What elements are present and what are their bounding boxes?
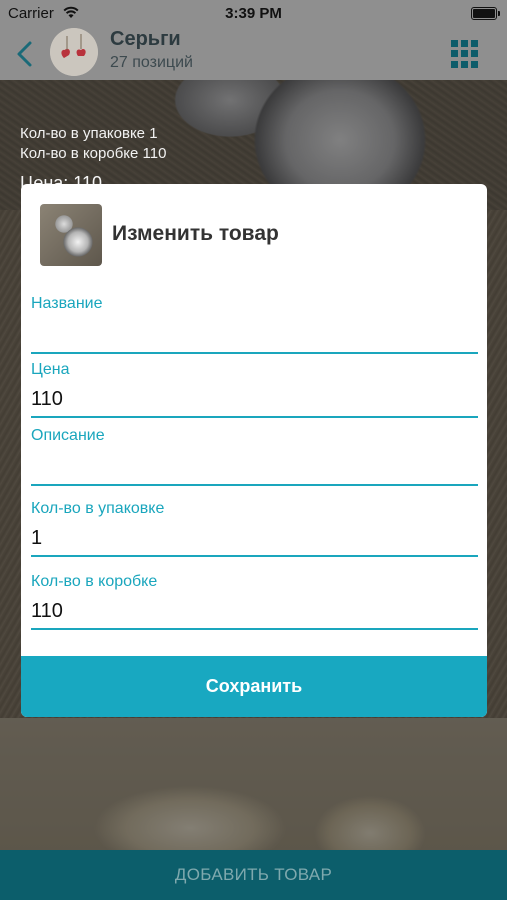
battery-icon — [471, 7, 500, 20]
description-label: Описание — [31, 427, 105, 444]
pack-quantity-text: Кол-во в упаковке 1 — [20, 125, 158, 142]
name-underline — [31, 352, 478, 354]
product-thumbnail — [40, 204, 102, 266]
items-count: 27 позиций — [110, 54, 193, 71]
name-input[interactable] — [31, 322, 478, 352]
price-field: Цена — [31, 360, 478, 418]
nav-bar: Серьги 27 позиций — [0, 28, 507, 80]
name-label: Название — [31, 295, 103, 312]
page-title: Серьги — [110, 28, 181, 50]
edit-product-dialog: Изменить товар Название Цена Описание Ко… — [21, 184, 487, 717]
description-field: Описание — [31, 426, 478, 486]
status-bar: Carrier 3:39 PM — [0, 0, 507, 28]
dialog-title: Изменить товар — [112, 222, 279, 245]
box-quantity-text: Кол-во в коробке 110 — [20, 145, 167, 162]
description-input[interactable] — [31, 454, 478, 484]
pack-qty-label: Кол-во в упаковке — [31, 500, 165, 517]
box-qty-label: Кол-во в коробке — [31, 573, 158, 590]
price-underline — [31, 416, 478, 418]
chevron-left-icon[interactable] — [12, 38, 40, 70]
box-qty-underline — [31, 628, 478, 630]
price-label: Цена — [31, 361, 70, 378]
pack-qty-field: Кол-во в упаковке — [31, 499, 478, 557]
pack-qty-underline — [31, 555, 478, 557]
description-underline — [31, 484, 478, 486]
grid-icon[interactable] — [451, 40, 479, 68]
box-qty-field: Кол-во в коробке — [31, 572, 478, 630]
pack-qty-input[interactable] — [31, 523, 478, 553]
price-input[interactable] — [31, 384, 478, 414]
add-product-button[interactable]: ДОБАВИТЬ ТОВАР — [0, 850, 507, 900]
save-button[interactable]: Сохранить — [21, 656, 487, 717]
name-field: Название — [31, 294, 478, 354]
box-qty-input[interactable] — [31, 596, 478, 626]
clock: 3:39 PM — [225, 5, 282, 22]
category-avatar — [50, 28, 98, 76]
